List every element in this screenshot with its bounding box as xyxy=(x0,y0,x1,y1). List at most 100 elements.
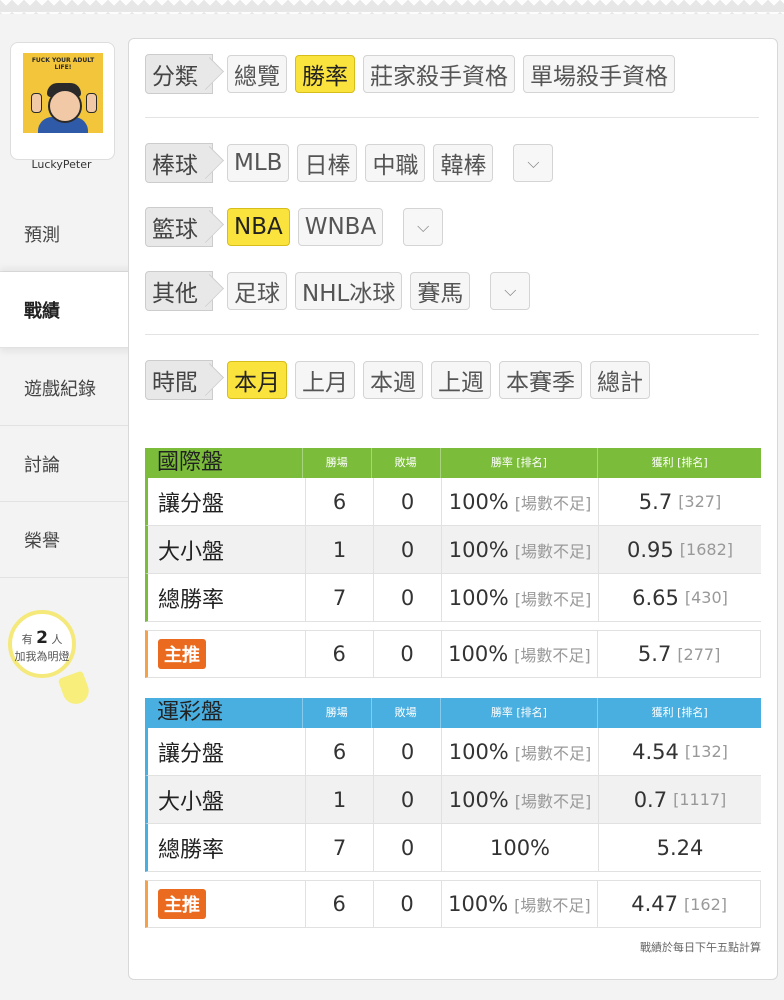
filter-category-label: 分類 xyxy=(145,54,213,94)
row-name: 主推 xyxy=(148,881,305,927)
filter-this-week[interactable]: 本週 xyxy=(363,361,423,399)
nav-item-game-log[interactable]: 遊戲紀錄 xyxy=(0,350,128,426)
row-name: 主推 xyxy=(148,631,305,677)
row-profit: 0.95 [1682] xyxy=(598,526,761,573)
filter-time: 時間 本月 上月 本週 上週 本賽季 總計 xyxy=(145,359,658,401)
filter-horse-racing[interactable]: 賽馬 xyxy=(410,272,471,310)
row-wins: 6 xyxy=(304,631,373,677)
nav-item-label: 戰績 xyxy=(24,300,60,322)
row-win-rate: 100% [場數不足] xyxy=(441,728,598,775)
filter-basketball-label: 籃球 xyxy=(145,207,213,247)
filter-kbo[interactable]: 韓棒 xyxy=(433,144,494,182)
table-title: 運彩盤 xyxy=(157,700,224,725)
row-name: 大小盤 xyxy=(158,789,225,815)
chevron-down-icon[interactable]: ⌵ xyxy=(403,208,444,246)
filter-time-label: 時間 xyxy=(145,360,213,400)
profit-value: 4.47 xyxy=(631,892,678,916)
filter-win-rate[interactable]: 勝率 xyxy=(295,55,355,93)
nav-item-label: 榮譽 xyxy=(24,530,60,552)
row-win-rate: 100% [場數不足] xyxy=(441,478,598,525)
row-profit: 5.7 [327] xyxy=(598,478,761,525)
row-wins: 7 xyxy=(305,824,373,871)
rate-rank: [場數不足] xyxy=(514,743,592,763)
rate-rank: [場數不足] xyxy=(514,896,591,915)
table-row: 總勝率 7 0 100% 5.24 xyxy=(145,824,761,872)
fan-count: 2 xyxy=(36,628,48,648)
rate-value: 100% xyxy=(448,585,509,610)
top-border xyxy=(0,0,784,14)
row-name: 總勝率 xyxy=(158,587,225,613)
fan-label: 加我為明燈 xyxy=(14,650,70,663)
header-wins: 勝場 xyxy=(301,698,371,728)
nav-item-honor[interactable]: 榮譽 xyxy=(0,502,128,578)
row-wins: 6 xyxy=(304,881,373,927)
nav-item-discussion[interactable]: 討論 xyxy=(0,426,128,502)
filter-npb[interactable]: 日棒 xyxy=(297,144,358,182)
username[interactable]: LuckyPeter xyxy=(0,158,123,171)
filter-soccer[interactable]: 足球 xyxy=(227,272,287,310)
row-losses: 0 xyxy=(372,631,441,677)
row-profit: 5.7 [277] xyxy=(597,631,760,677)
thumbs-up-icon xyxy=(31,93,42,113)
filter-baseball: 棒球 MLB 日棒 中職 韓棒 ⌵ xyxy=(145,142,554,184)
row-profit: 6.65 [430] xyxy=(598,574,761,621)
rate-rank: [場數不足] xyxy=(514,589,592,609)
filter-cpbl[interactable]: 中職 xyxy=(365,144,426,182)
nav-item-predict[interactable]: 預測 xyxy=(0,196,128,272)
lightbulb-fan-counter[interactable]: 有 2 人 加我為明燈 xyxy=(8,610,76,678)
profit-rank: [132] xyxy=(684,742,728,761)
rate-value: 100% xyxy=(448,892,509,916)
filter-other: 其他 足球 NHL冰球 賽馬 ⌵ xyxy=(145,270,531,312)
divider xyxy=(145,334,759,335)
featured-row: 主推 6 0 100% [場數不足] 4.47 [162] xyxy=(145,880,761,928)
avatar-card[interactable]: FUCK YOUR ADULT LIFE! xyxy=(10,42,115,160)
profit-value: 4.54 xyxy=(632,739,679,764)
filter-basketball: 籃球 NBA WNBA ⌵ xyxy=(145,206,444,248)
filter-nba[interactable]: NBA xyxy=(227,208,290,246)
fan-suffix: 人 xyxy=(51,633,63,646)
filter-total[interactable]: 總計 xyxy=(590,361,650,399)
table-row: 大小盤 1 0 100% [場數不足] 0.7 [1117] xyxy=(145,776,761,824)
filter-single-killer[interactable]: 單場殺手資格 xyxy=(523,55,675,93)
filter-this-month[interactable]: 本月 xyxy=(227,361,287,399)
row-profit: 4.47 [162] xyxy=(597,881,760,927)
filter-banker-killer[interactable]: 莊家殺手資格 xyxy=(363,55,515,93)
filter-overview[interactable]: 總覽 xyxy=(227,55,287,93)
divider xyxy=(145,117,759,118)
profit-value: 5.24 xyxy=(656,835,704,860)
row-win-rate: 100% [場數不足] xyxy=(441,776,598,823)
nav-item-record[interactable]: 戰績 xyxy=(0,272,136,348)
filter-this-season[interactable]: 本賽季 xyxy=(499,361,582,399)
row-losses: 0 xyxy=(373,526,441,573)
record-panel: 分類 總覽 勝率 莊家殺手資格 單場殺手資格 棒球 MLB 日棒 中職 韓棒 ⌵… xyxy=(128,38,778,980)
row-wins: 7 xyxy=(305,574,373,621)
nav-item-label: 遊戲紀錄 xyxy=(24,378,96,400)
intl-odds-table: 國際盤 勝場 敗場 勝率 [排名] 獲利 [排名] 讓分盤 6 0 100% [場… xyxy=(145,448,761,678)
header-losses: 敗場 xyxy=(370,448,440,478)
filter-mlb[interactable]: MLB xyxy=(227,144,290,182)
profit-rank: [1117] xyxy=(673,790,727,809)
rate-rank: [場數不足] xyxy=(514,541,592,561)
filter-nhl[interactable]: NHL冰球 xyxy=(295,272,403,310)
header-win-rate: 勝率 [排名] xyxy=(439,698,598,728)
filter-wnba[interactable]: WNBA xyxy=(297,208,384,246)
avatar[interactable]: FUCK YOUR ADULT LIFE! xyxy=(23,53,103,133)
filter-last-week[interactable]: 上週 xyxy=(431,361,491,399)
featured-badge: 主推 xyxy=(158,639,206,669)
table-row: 讓分盤 6 0 100% [場數不足] 4.54 [132] xyxy=(145,728,761,776)
row-wins: 6 xyxy=(305,728,373,775)
table-row: 大小盤 1 0 100% [場數不足] 0.95 [1682] xyxy=(145,526,761,574)
chevron-down-icon[interactable]: ⌵ xyxy=(513,144,554,182)
rate-value: 100% xyxy=(448,642,509,666)
filter-baseball-label: 棒球 xyxy=(145,143,213,183)
row-profit: 4.54 [132] xyxy=(598,728,761,775)
row-losses: 0 xyxy=(373,824,441,871)
fan-count-line: 有 2 人 xyxy=(12,628,72,648)
chevron-down-icon[interactable]: ⌵ xyxy=(490,272,531,310)
nav-item-label: 預測 xyxy=(24,224,60,246)
row-wins: 1 xyxy=(305,776,373,823)
row-losses: 0 xyxy=(373,478,441,525)
table-header: 運彩盤 勝場 敗場 勝率 [排名] 獲利 [排名] xyxy=(145,698,761,728)
table-row: 總勝率 7 0 100% [場數不足] 6.65 [430] xyxy=(145,574,761,622)
filter-last-month[interactable]: 上月 xyxy=(295,361,355,399)
